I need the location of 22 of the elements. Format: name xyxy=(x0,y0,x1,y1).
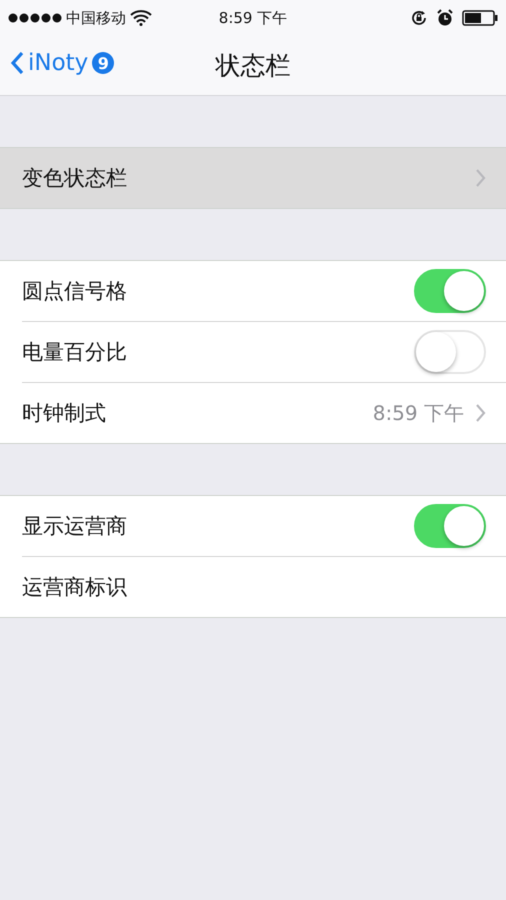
wifi-icon xyxy=(130,10,152,26)
row-label: 变色状态栏 xyxy=(22,165,128,192)
row-label: 圆点信号格 xyxy=(22,278,128,305)
back-button[interactable]: iNoty 9 xyxy=(10,50,114,76)
status-time: 8:59 下午 xyxy=(218,8,288,28)
signal-icon xyxy=(8,13,62,23)
settings-row[interactable]: 变色状态栏 xyxy=(0,148,506,208)
row-label: 显示运营商 xyxy=(22,513,128,540)
chevron-icon xyxy=(476,404,486,422)
rotation-lock-icon xyxy=(410,9,428,27)
alarm-icon xyxy=(436,9,454,27)
page-title: 状态栏 xyxy=(216,50,290,82)
row-label: 时钟制式 xyxy=(22,400,107,427)
carrier-name: 中国移动 xyxy=(66,8,126,28)
chevron-icon xyxy=(476,169,486,187)
battery-icon xyxy=(462,10,498,26)
row-label: 电量百分比 xyxy=(22,339,128,366)
row-label: 运营商标识 xyxy=(22,574,128,601)
toggle-switch[interactable] xyxy=(414,269,486,313)
back-chevron-icon xyxy=(10,51,24,75)
toggle-switch[interactable] xyxy=(414,504,486,548)
row-value: 8:59 下午 xyxy=(372,400,464,426)
